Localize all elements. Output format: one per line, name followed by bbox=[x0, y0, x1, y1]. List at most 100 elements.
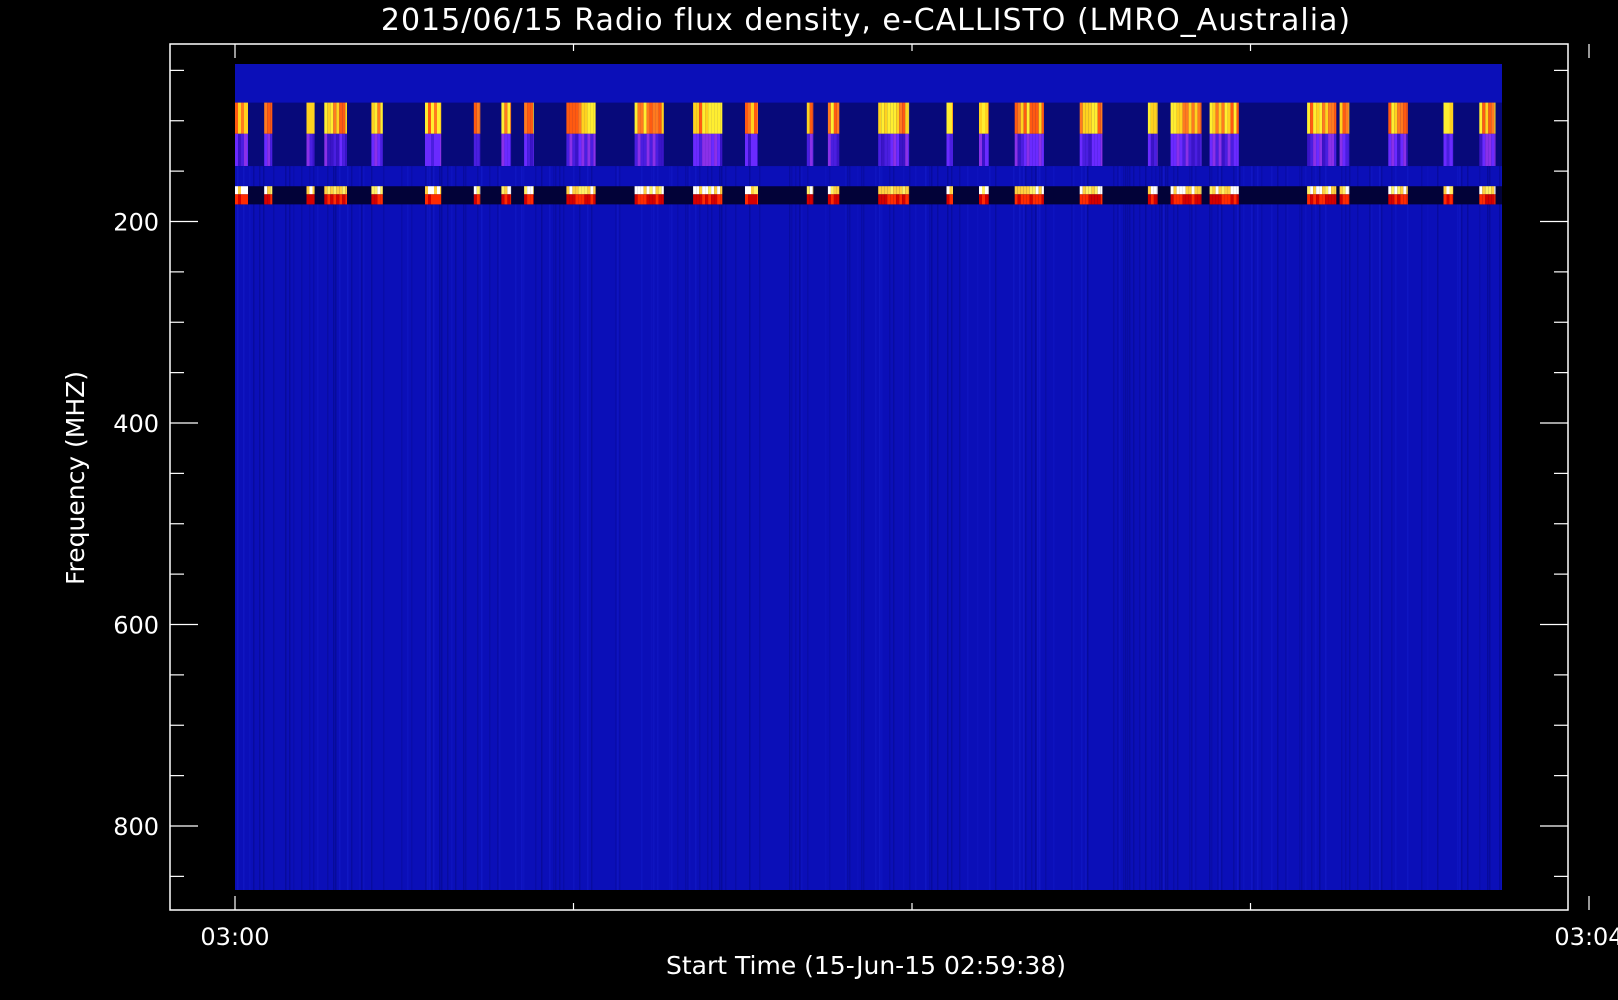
burst-cell bbox=[711, 186, 715, 195]
burst-cell bbox=[501, 133, 505, 166]
burst-cell bbox=[566, 133, 570, 166]
noise-streak bbox=[259, 104, 261, 890]
burst-cell bbox=[1191, 186, 1195, 195]
burst-cell bbox=[899, 186, 903, 195]
burst-cell bbox=[437, 133, 440, 166]
burst-cell bbox=[339, 102, 343, 134]
burst-cell bbox=[985, 102, 988, 134]
noise-streak bbox=[1071, 104, 1073, 890]
burst-cell bbox=[1224, 194, 1228, 205]
noise-streak bbox=[363, 104, 365, 890]
burst-cell bbox=[241, 194, 244, 205]
burst-cell bbox=[890, 186, 894, 195]
burst-cell bbox=[1029, 194, 1033, 205]
burst-cell bbox=[428, 186, 431, 195]
noise-streak bbox=[1085, 104, 1087, 890]
noise-streak bbox=[1487, 104, 1489, 890]
noise-streak bbox=[685, 104, 687, 890]
burst-cell bbox=[881, 102, 885, 134]
burst-cell bbox=[578, 194, 582, 205]
noise-streak bbox=[789, 104, 791, 890]
burst-cell bbox=[1224, 102, 1228, 134]
noise-streak bbox=[1165, 104, 1167, 890]
burst-cell bbox=[309, 186, 313, 195]
burst-cell bbox=[264, 102, 268, 134]
burst-cell bbox=[247, 186, 248, 195]
burst-cell bbox=[1079, 186, 1083, 195]
noise-streak bbox=[1125, 104, 1127, 890]
noise-streak bbox=[1219, 104, 1221, 890]
burst-cell bbox=[884, 102, 888, 134]
burst-cell bbox=[896, 102, 900, 134]
burst-cell bbox=[1334, 194, 1337, 205]
burst-cell bbox=[342, 194, 346, 205]
burst-cell bbox=[1097, 194, 1101, 205]
burst-cell bbox=[714, 102, 718, 134]
burst-cell bbox=[578, 102, 582, 134]
burst-cell bbox=[247, 133, 248, 166]
burst-cell bbox=[581, 133, 585, 166]
burst-cell bbox=[1209, 186, 1213, 195]
burst-cell bbox=[1182, 186, 1186, 195]
burst-cell bbox=[652, 102, 656, 134]
noise-streak bbox=[721, 104, 723, 890]
burst-cell bbox=[1316, 102, 1320, 134]
noise-streak bbox=[1191, 104, 1193, 890]
burst-cell bbox=[473, 186, 477, 195]
noise-streak bbox=[879, 104, 881, 890]
burst-cell bbox=[809, 194, 813, 205]
burst-cell bbox=[440, 194, 442, 205]
noise-streak bbox=[1357, 104, 1359, 890]
noise-streak bbox=[925, 104, 927, 890]
burst-cell bbox=[339, 194, 343, 205]
noise-streak bbox=[651, 104, 653, 890]
burst-cell bbox=[1088, 194, 1092, 205]
noise-streak bbox=[587, 104, 589, 890]
burst-cell bbox=[1446, 102, 1450, 134]
burst-cell bbox=[946, 186, 950, 195]
burst-cell bbox=[661, 194, 664, 205]
burst-cell bbox=[425, 133, 428, 166]
burst-cell bbox=[1191, 194, 1195, 205]
burst-cell bbox=[371, 102, 375, 134]
burst-cell bbox=[1094, 102, 1098, 134]
burst-cell bbox=[524, 186, 528, 195]
burst-cell bbox=[640, 133, 644, 166]
burst-cell bbox=[1233, 186, 1237, 195]
noise-streak bbox=[1285, 104, 1287, 890]
burst-cell bbox=[1179, 102, 1183, 134]
burst-cell bbox=[661, 102, 664, 134]
burst-cell bbox=[1394, 194, 1398, 205]
burst-cell bbox=[646, 186, 650, 195]
burst-cell bbox=[1406, 133, 1408, 166]
burst-cell bbox=[890, 102, 894, 134]
noise-streak bbox=[447, 104, 449, 890]
noise-streak bbox=[1467, 104, 1469, 890]
burst-cell bbox=[371, 133, 375, 166]
burst-cell bbox=[244, 186, 247, 195]
noise-streak bbox=[573, 104, 575, 890]
burst-cell bbox=[587, 186, 591, 195]
burst-cell bbox=[581, 194, 585, 205]
noise-streak bbox=[347, 104, 349, 890]
burst-cell bbox=[1188, 194, 1192, 205]
burst-cell bbox=[1391, 133, 1395, 166]
noise-streak bbox=[1163, 104, 1165, 890]
burst-cell bbox=[1173, 133, 1177, 166]
burst-cell bbox=[637, 194, 641, 205]
noise-streak bbox=[285, 104, 287, 890]
burst-cell bbox=[748, 186, 751, 195]
noise-streak bbox=[1395, 104, 1397, 890]
burst-cell bbox=[705, 186, 709, 195]
noise-streak bbox=[407, 104, 409, 890]
burst-cell bbox=[247, 102, 248, 134]
noise-streak bbox=[451, 104, 453, 890]
burst-cell bbox=[270, 194, 273, 205]
burst-cell bbox=[584, 133, 588, 166]
noise-streak bbox=[825, 104, 827, 890]
noise-streak bbox=[301, 104, 303, 890]
burst-cell bbox=[1391, 194, 1395, 205]
burst-cell bbox=[1403, 194, 1407, 205]
burst-cell bbox=[1038, 133, 1042, 166]
burst-cell bbox=[238, 102, 241, 134]
